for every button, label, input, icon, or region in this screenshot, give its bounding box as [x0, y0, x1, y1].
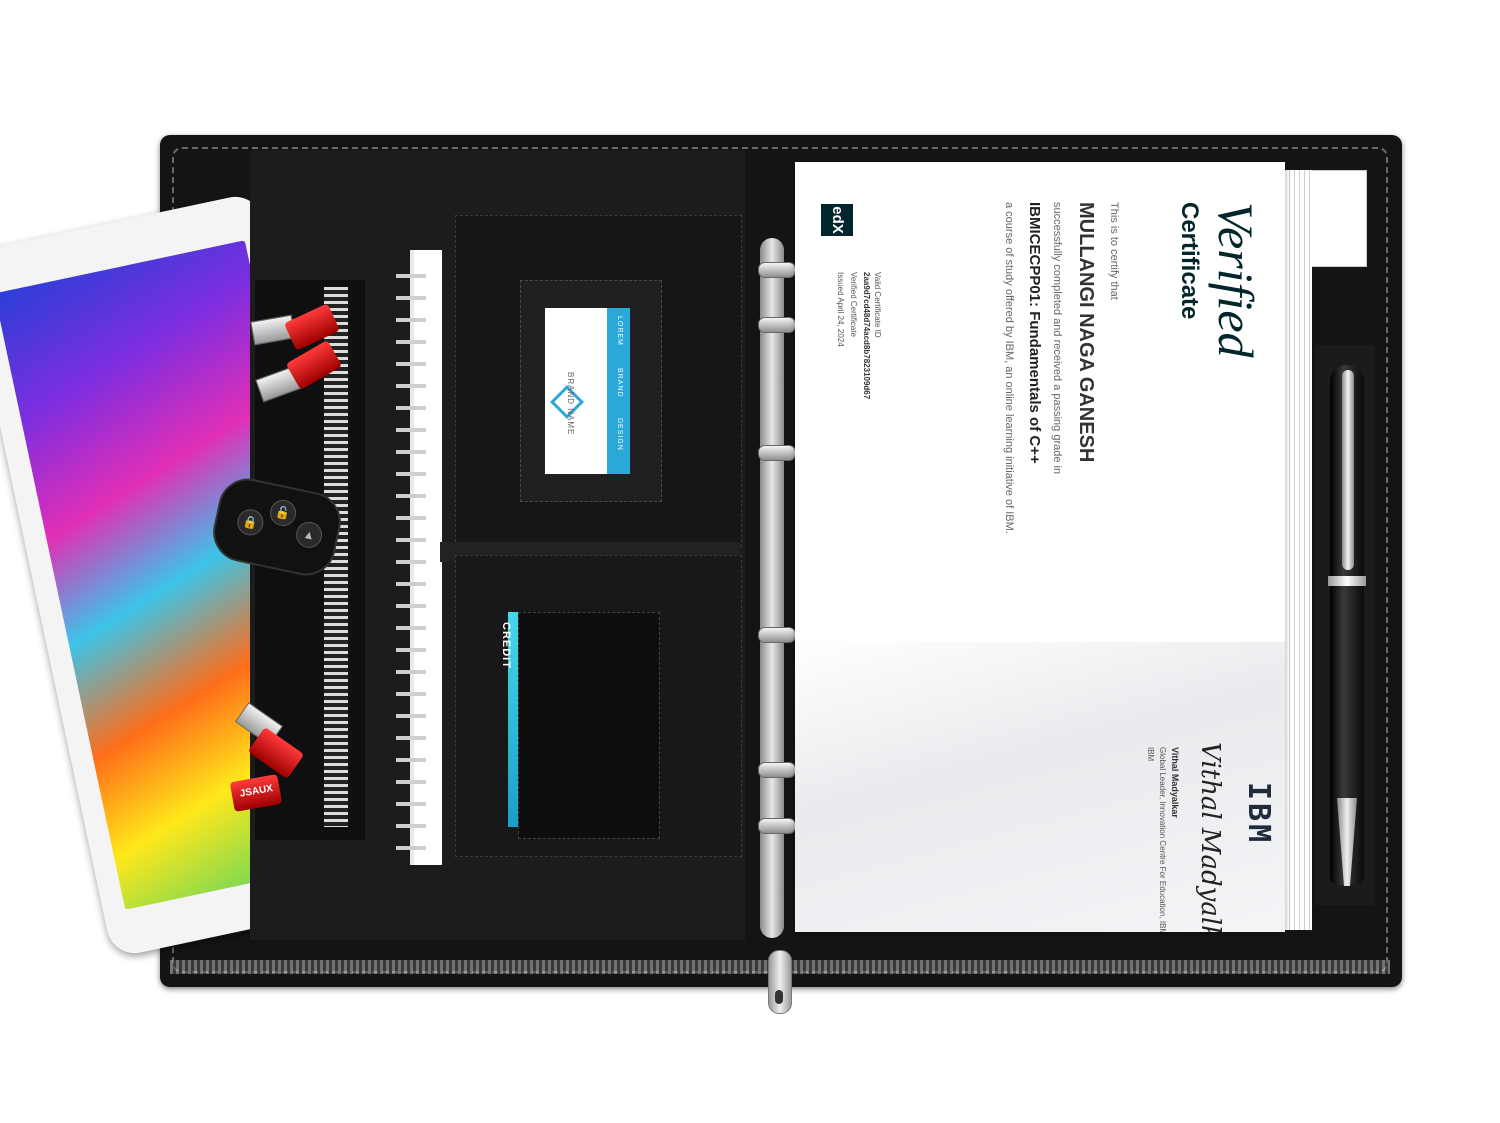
trunk-icon: ▲ — [293, 519, 325, 551]
signer-org: IBM — [1146, 747, 1155, 762]
certificate-course: IBMICECPP01: Fundamentals of C++ — [1026, 202, 1043, 464]
zipper-pull-hole — [775, 990, 783, 1004]
certificate-id: 2aa9d7cd48d74acd8b7823109d67 — [862, 272, 871, 400]
business-card-brand: BRAND NAME — [566, 372, 575, 436]
certificate-issued-date: Issued April 24, 2024 — [836, 272, 845, 347]
certificate-intro: This is to certify that — [1108, 202, 1120, 300]
pen-band — [1328, 576, 1366, 586]
ibm-logo: IBM — [1241, 782, 1276, 846]
certificate-completion-text: successfully completed and received a pa… — [1051, 202, 1063, 475]
binder-ring — [758, 262, 796, 278]
certificate-content: Verified Certificate This is to certify … — [795, 162, 1285, 932]
business-card-strip-text: BRAND — [616, 368, 623, 398]
binder-ring — [758, 762, 796, 778]
certificate-recipient: MULLANGI NAGA GANESH — [1075, 202, 1097, 463]
pen-clip — [1342, 370, 1354, 570]
binder-ring — [758, 627, 796, 643]
unlock-icon: 🔓 — [267, 497, 299, 529]
binder-ring — [758, 317, 796, 333]
zipper-pull — [768, 950, 792, 1014]
business-card-strip: LOREM BRAND DESIGN — [607, 308, 630, 474]
signer-title: Global Leader, Innovation Centre For Edu… — [1158, 747, 1167, 932]
certificate-page: Verified Certificate This is to certify … — [795, 162, 1285, 932]
certificate-type: Verified Certificate — [849, 272, 858, 337]
signer-name: Vithal Madyalkar — [1170, 747, 1180, 818]
edx-logo: edX — [821, 204, 853, 236]
usb-brand-label: JSAUX — [239, 783, 274, 800]
credit-card-label: CREDIT — [500, 622, 512, 669]
certificate-heading-verified: Verified — [1208, 202, 1264, 358]
binder-ring — [758, 818, 796, 834]
notebook-spiral — [396, 262, 426, 852]
business-card-strip-text: DESIGN — [616, 418, 623, 451]
card-sleeve — [518, 612, 660, 839]
lock-icon: 🔒 — [234, 506, 266, 538]
certificate-offered-by: a course of study offered by IBM, an onl… — [1003, 202, 1015, 534]
certificate-heading: Certificate — [1176, 202, 1203, 320]
binder-ring — [758, 445, 796, 461]
certificate-id-label: Valid Certificate ID — [873, 272, 882, 338]
business-card-strip-text: LOREM — [616, 316, 623, 346]
signature: Vithal Madyalkar — [1195, 742, 1225, 932]
